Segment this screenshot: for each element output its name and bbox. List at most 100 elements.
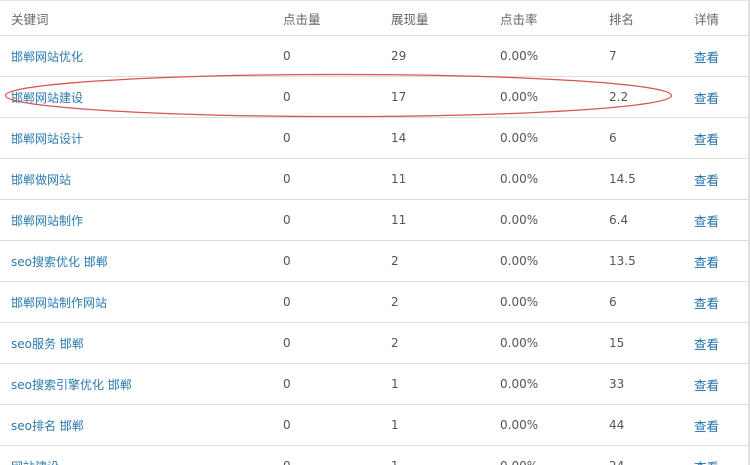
keyword-cell: 邯郸网站制作网站 [11,282,107,322]
detail-cell: 查看 [694,159,719,199]
keyword-cell: 邯郸网站优化 [11,36,83,76]
impressions-value: 11 [391,172,407,186]
view-detail-link[interactable]: 查看 [694,170,719,189]
detail-cell: 查看 [694,77,719,117]
view-detail-link[interactable]: 查看 [694,375,719,394]
keyword-cell: 邯郸网站制作 [11,200,83,240]
impressions-value: 11 [391,213,407,227]
table-row: 邯郸网站制作 0 11 0.00% 6.4 查看 [0,200,750,241]
rank-cell: 6 [609,118,617,158]
detail-cell: 查看 [694,282,719,322]
ctr-value: 0.00% [500,295,539,309]
ctr-cell: 0.00% [500,446,538,465]
keyword-cell: seo服务 邯郸 [11,323,84,363]
ctr-value: 0.00% [500,418,539,432]
clicks-value: 0 [283,172,291,186]
rank-cell: 13.5 [609,241,636,281]
impressions-cell: 1 [391,405,399,445]
rank-cell: 24 [609,446,624,465]
view-detail-link[interactable]: 查看 [694,129,719,148]
impressions-value: 1 [391,418,399,432]
ctr-value: 0.00% [500,49,539,63]
ctr-cell: 0.00% [500,364,538,404]
table-row: 邯郸网站制作网站 0 2 0.00% 6 查看 [0,282,750,323]
rank-cell: 6.4 [609,200,628,240]
ctr-value: 0.00% [500,131,539,145]
ctr-cell: 0.00% [500,36,538,76]
header-clicks: 点击量 [283,11,321,27]
table-row: 邯郸网站优化 0 29 0.00% 7 查看 [0,36,750,77]
keyword-link[interactable]: 邯郸网站优化 [11,48,83,65]
keyword-cell: 邯郸网站设计 [11,118,83,158]
impressions-cell: 14 [391,118,406,158]
view-detail-link[interactable]: 查看 [694,457,719,465]
keyword-cell: seo排名 邯郸 [11,405,84,445]
clicks-value: 0 [283,90,291,104]
view-detail-link[interactable]: 查看 [694,88,719,107]
clicks-cell: 0 [283,159,291,199]
detail-cell: 查看 [694,446,719,465]
impressions-cell: 17 [391,77,406,117]
view-detail-link[interactable]: 查看 [694,334,719,353]
clicks-cell: 0 [283,241,291,281]
table-row: seo搜索优化 邯郸 0 2 0.00% 13.5 查看 [0,241,750,282]
clicks-value: 0 [283,336,291,350]
keyword-link[interactable]: 邯郸网站设计 [11,130,83,147]
keyword-cell: 邯郸做网站 [11,159,71,199]
clicks-cell: 0 [283,405,291,445]
ctr-cell: 0.00% [500,323,538,363]
clicks-value: 0 [283,295,291,309]
table-row: seo搜索引擎优化 邯郸 0 1 0.00% 33 查看 [0,364,750,405]
clicks-cell: 0 [283,36,291,76]
clicks-cell: 0 [283,323,291,363]
impressions-cell: 2 [391,282,399,322]
rank-cell: 14.5 [609,159,636,199]
table-row: seo排名 邯郸 0 1 0.00% 44 查看 [0,405,750,446]
view-detail-link[interactable]: 查看 [694,293,719,312]
impressions-value: 2 [391,295,399,309]
table-row: 网站建设 0 1 0.00% 24 查看 [0,446,750,465]
keyword-link[interactable]: 邯郸做网站 [11,171,71,188]
header-impressions: 展现量 [391,11,429,27]
keyword-link[interactable]: 邯郸网站建设 [11,89,83,106]
ctr-value: 0.00% [500,213,539,227]
keyword-link[interactable]: 邯郸网站制作网站 [11,294,107,311]
rank-cell: 6 [609,282,617,322]
view-detail-link[interactable]: 查看 [694,47,719,66]
keyword-cell: 邯郸网站建设 [11,77,83,117]
detail-cell: 查看 [694,364,719,404]
impressions-cell: 11 [391,200,406,240]
view-detail-link[interactable]: 查看 [694,211,719,230]
impressions-value: 2 [391,336,399,350]
impressions-cell: 2 [391,241,399,281]
rank-cell: 15 [609,323,624,363]
clicks-cell: 0 [283,446,291,465]
detail-cell: 查看 [694,405,719,445]
clicks-cell: 0 [283,364,291,404]
table-row: seo服务 邯郸 0 2 0.00% 15 查看 [0,323,750,364]
view-detail-link[interactable]: 查看 [694,252,719,271]
ctr-value: 0.00% [500,336,539,350]
keyword-link[interactable]: seo排名 邯郸 [11,417,84,434]
keyword-link[interactable]: seo搜索引擎优化 邯郸 [11,376,132,393]
rank-value: 6 [609,295,617,309]
table-header-row: 关键词 点击量 展现量 点击率 排名 详情 [0,0,750,36]
ctr-cell: 0.00% [500,200,538,240]
clicks-value: 0 [283,213,291,227]
rank-cell: 33 [609,364,624,404]
keyword-link[interactable]: seo搜索优化 邯郸 [11,253,108,270]
keyword-link[interactable]: 网站建设 [11,458,59,465]
impressions-value: 29 [391,49,407,63]
impressions-cell: 1 [391,364,399,404]
impressions-value: 17 [391,90,407,104]
ctr-value: 0.00% [500,377,539,391]
rank-value: 2.2 [609,90,629,104]
detail-cell: 查看 [694,241,719,281]
keyword-link[interactable]: seo服务 邯郸 [11,335,84,352]
header-rank: 排名 [609,11,635,27]
ctr-cell: 0.00% [500,405,538,445]
view-detail-link[interactable]: 查看 [694,416,719,435]
keyword-link[interactable]: 邯郸网站制作 [11,212,83,229]
rank-value: 13.5 [609,254,636,268]
detail-cell: 查看 [694,200,719,240]
